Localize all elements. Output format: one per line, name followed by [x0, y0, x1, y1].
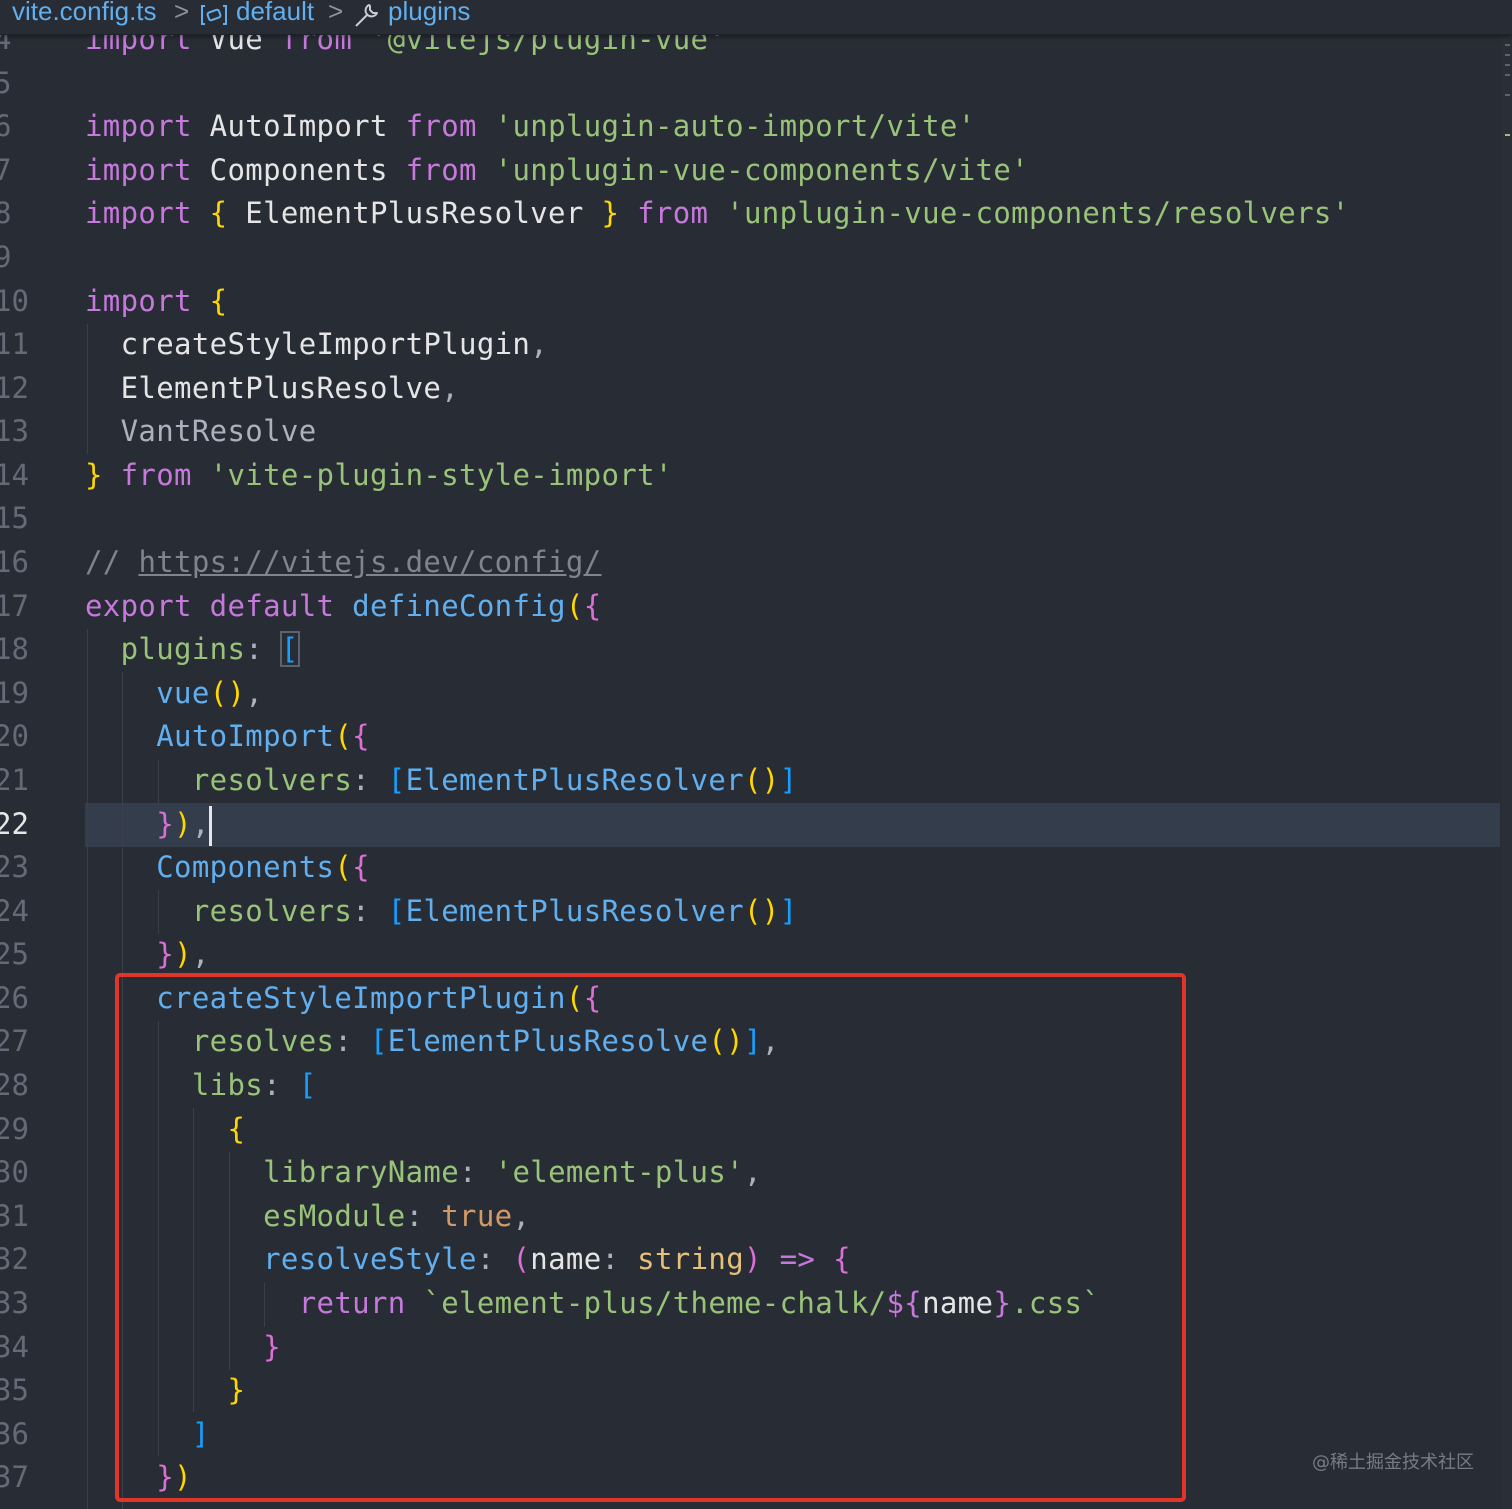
- code-line[interactable]: 12 ElementPlusResolve,: [0, 367, 1500, 411]
- code-line[interactable]: 25 }),: [0, 933, 1500, 977]
- line-number: 27: [0, 1024, 29, 1058]
- code-line[interactable]: 20 AutoImport({: [0, 715, 1500, 759]
- line-number: 23: [0, 850, 29, 884]
- code-line[interactable]: 13 VantResolve: [0, 410, 1500, 454]
- line-number: 15: [0, 501, 29, 535]
- code-line[interactable]: 24 resolvers: [ElementPlusResolver()]: [0, 890, 1500, 934]
- line-number: 30: [0, 1155, 29, 1189]
- code-line[interactable]: 11 createStyleImportPlugin,: [0, 323, 1500, 367]
- chevron-right-icon: >: [174, 0, 190, 26]
- breadcrumb-current[interactable]: plugins: [388, 0, 470, 27]
- code-text: Components({: [156, 850, 370, 884]
- code-text: import {: [85, 284, 228, 318]
- code-line[interactable]: 10 import {: [0, 280, 1500, 324]
- code-text: }),: [156, 807, 210, 841]
- scroll-marker: [1505, 94, 1510, 96]
- line-number: 11: [0, 327, 29, 361]
- line-number: 26: [0, 981, 29, 1015]
- line-number: 37: [0, 1460, 29, 1494]
- line-number: 18: [0, 632, 29, 666]
- code-line[interactable]: 16 // https://vitejs.dev/config/: [0, 541, 1500, 585]
- code-line[interactable]: 8 import { ElementPlusResolver } from 'u…: [0, 192, 1500, 236]
- line-number: 25: [0, 937, 29, 971]
- code-line-active[interactable]: 22 }),: [0, 803, 1500, 847]
- breadcrumb-file[interactable]: vite.config.ts: [12, 0, 157, 27]
- code-line[interactable]: 7 import Components from 'unplugin-vue-c…: [0, 149, 1500, 193]
- line-number: 34: [0, 1330, 29, 1364]
- code-text: // https://vitejs.dev/config/: [85, 545, 602, 579]
- line-number: 8: [0, 196, 12, 230]
- line-number: 21: [0, 763, 29, 797]
- line-number: 14: [0, 458, 29, 492]
- scroll-marker: [1505, 74, 1510, 76]
- line-number: 7: [0, 153, 12, 187]
- line-number: 12: [0, 371, 29, 405]
- code-text: plugins: [: [120, 631, 300, 667]
- variable-icon: [199, 2, 229, 35]
- code-text: ElementPlusResolve,: [120, 371, 460, 405]
- line-number: 33: [0, 1286, 29, 1320]
- line-number: 9: [0, 240, 12, 274]
- code-line[interactable]: 5: [0, 62, 1500, 106]
- line-number: 35: [0, 1373, 29, 1407]
- line-number: 17: [0, 589, 29, 623]
- code-line[interactable]: 23 Components({: [0, 846, 1500, 890]
- line-number: 28: [0, 1068, 29, 1102]
- line-number: 22: [0, 807, 29, 841]
- scroll-marker: [1505, 44, 1510, 46]
- scroll-marker: [1505, 134, 1510, 136]
- line-number: 32: [0, 1242, 29, 1276]
- line-number: 5: [0, 66, 12, 100]
- text-cursor: [209, 806, 212, 846]
- code-text: export default defineConfig({: [85, 589, 602, 623]
- code-text: } from 'vite-plugin-style-import': [85, 458, 673, 492]
- line-number: 16: [0, 545, 29, 579]
- line-number: 36: [0, 1417, 29, 1451]
- code-text: resolvers: [ElementPlusResolver()]: [191, 894, 798, 928]
- vertical-scrollbar[interactable]: [1502, 34, 1512, 1509]
- line-number: 20: [0, 719, 29, 753]
- line-number: 31: [0, 1199, 29, 1233]
- config-link[interactable]: https://vitejs.dev/config/: [138, 545, 601, 579]
- line-number: 29: [0, 1112, 29, 1146]
- code-text: vue(),: [156, 676, 264, 710]
- code-line[interactable]: 14 } from 'vite-plugin-style-import': [0, 454, 1500, 498]
- wrench-icon: [352, 1, 382, 36]
- annotation-highlight-box: [115, 973, 1186, 1502]
- code-text: VantResolve: [120, 414, 317, 448]
- code-text: import AutoImport from 'unplugin-auto-im…: [85, 109, 976, 143]
- code-editor[interactable]: 4 import Vue from '@vitejs/plugin-vue' 5…: [0, 0, 1512, 1509]
- code-text: createStyleImportPlugin,: [120, 327, 549, 361]
- line-number: 13: [0, 414, 29, 448]
- line-number: 10: [0, 284, 29, 318]
- line-number: 6: [0, 109, 12, 143]
- scroll-marker: [1505, 54, 1510, 56]
- code-line[interactable]: 9: [0, 236, 1500, 280]
- line-number: 24: [0, 894, 29, 928]
- code-line[interactable]: 18 plugins: [: [0, 628, 1500, 672]
- watermark: @稀土掘金技术社区: [1312, 1452, 1474, 1473]
- line-number: 19: [0, 676, 29, 710]
- code-text: import Components from 'unplugin-vue-com…: [85, 153, 1029, 187]
- code-text: }),: [156, 937, 210, 971]
- code-line[interactable]: 21 resolvers: [ElementPlusResolver()]: [0, 759, 1500, 803]
- breadcrumb: vite.config.ts > default > plugins: [0, 0, 1512, 35]
- code-text: import { ElementPlusResolver } from 'unp…: [85, 196, 1350, 230]
- code-line[interactable]: 17 export default defineConfig({: [0, 585, 1500, 629]
- scroll-marker: [1505, 64, 1510, 66]
- code-text: AutoImport({: [156, 719, 370, 753]
- breadcrumb-symbol[interactable]: default: [236, 0, 314, 27]
- code-line[interactable]: 6 import AutoImport from 'unplugin-auto-…: [0, 105, 1500, 149]
- code-text: resolvers: [ElementPlusResolver()]: [191, 763, 798, 797]
- code-line[interactable]: 15: [0, 497, 1500, 541]
- code-line[interactable]: 19 vue(),: [0, 672, 1500, 716]
- chevron-right-icon: >: [328, 0, 344, 26]
